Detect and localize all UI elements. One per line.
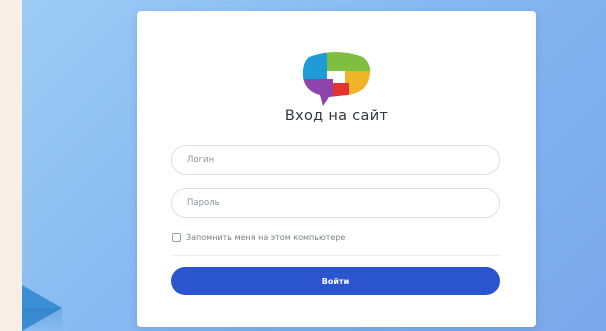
login-card: Вход на сайт Запомнить меня на этом комп… <box>137 11 536 327</box>
form-divider <box>171 255 500 256</box>
corner-arrow-shade <box>22 308 62 331</box>
remember-me-label: Запомнить меня на этом компьютере <box>186 233 346 242</box>
password-input[interactable] <box>171 188 500 218</box>
login-input[interactable] <box>171 145 500 175</box>
remember-me-checkbox[interactable] <box>172 233 181 242</box>
login-button[interactable]: Войти <box>171 267 500 295</box>
speech-bubble-logo-icon <box>302 52 371 106</box>
page-background: Вход на сайт Запомнить меня на этом комп… <box>22 0 606 331</box>
remember-me-option[interactable]: Запомнить меня на этом компьютере <box>172 233 345 242</box>
page-title: Вход на сайт <box>284 108 389 124</box>
